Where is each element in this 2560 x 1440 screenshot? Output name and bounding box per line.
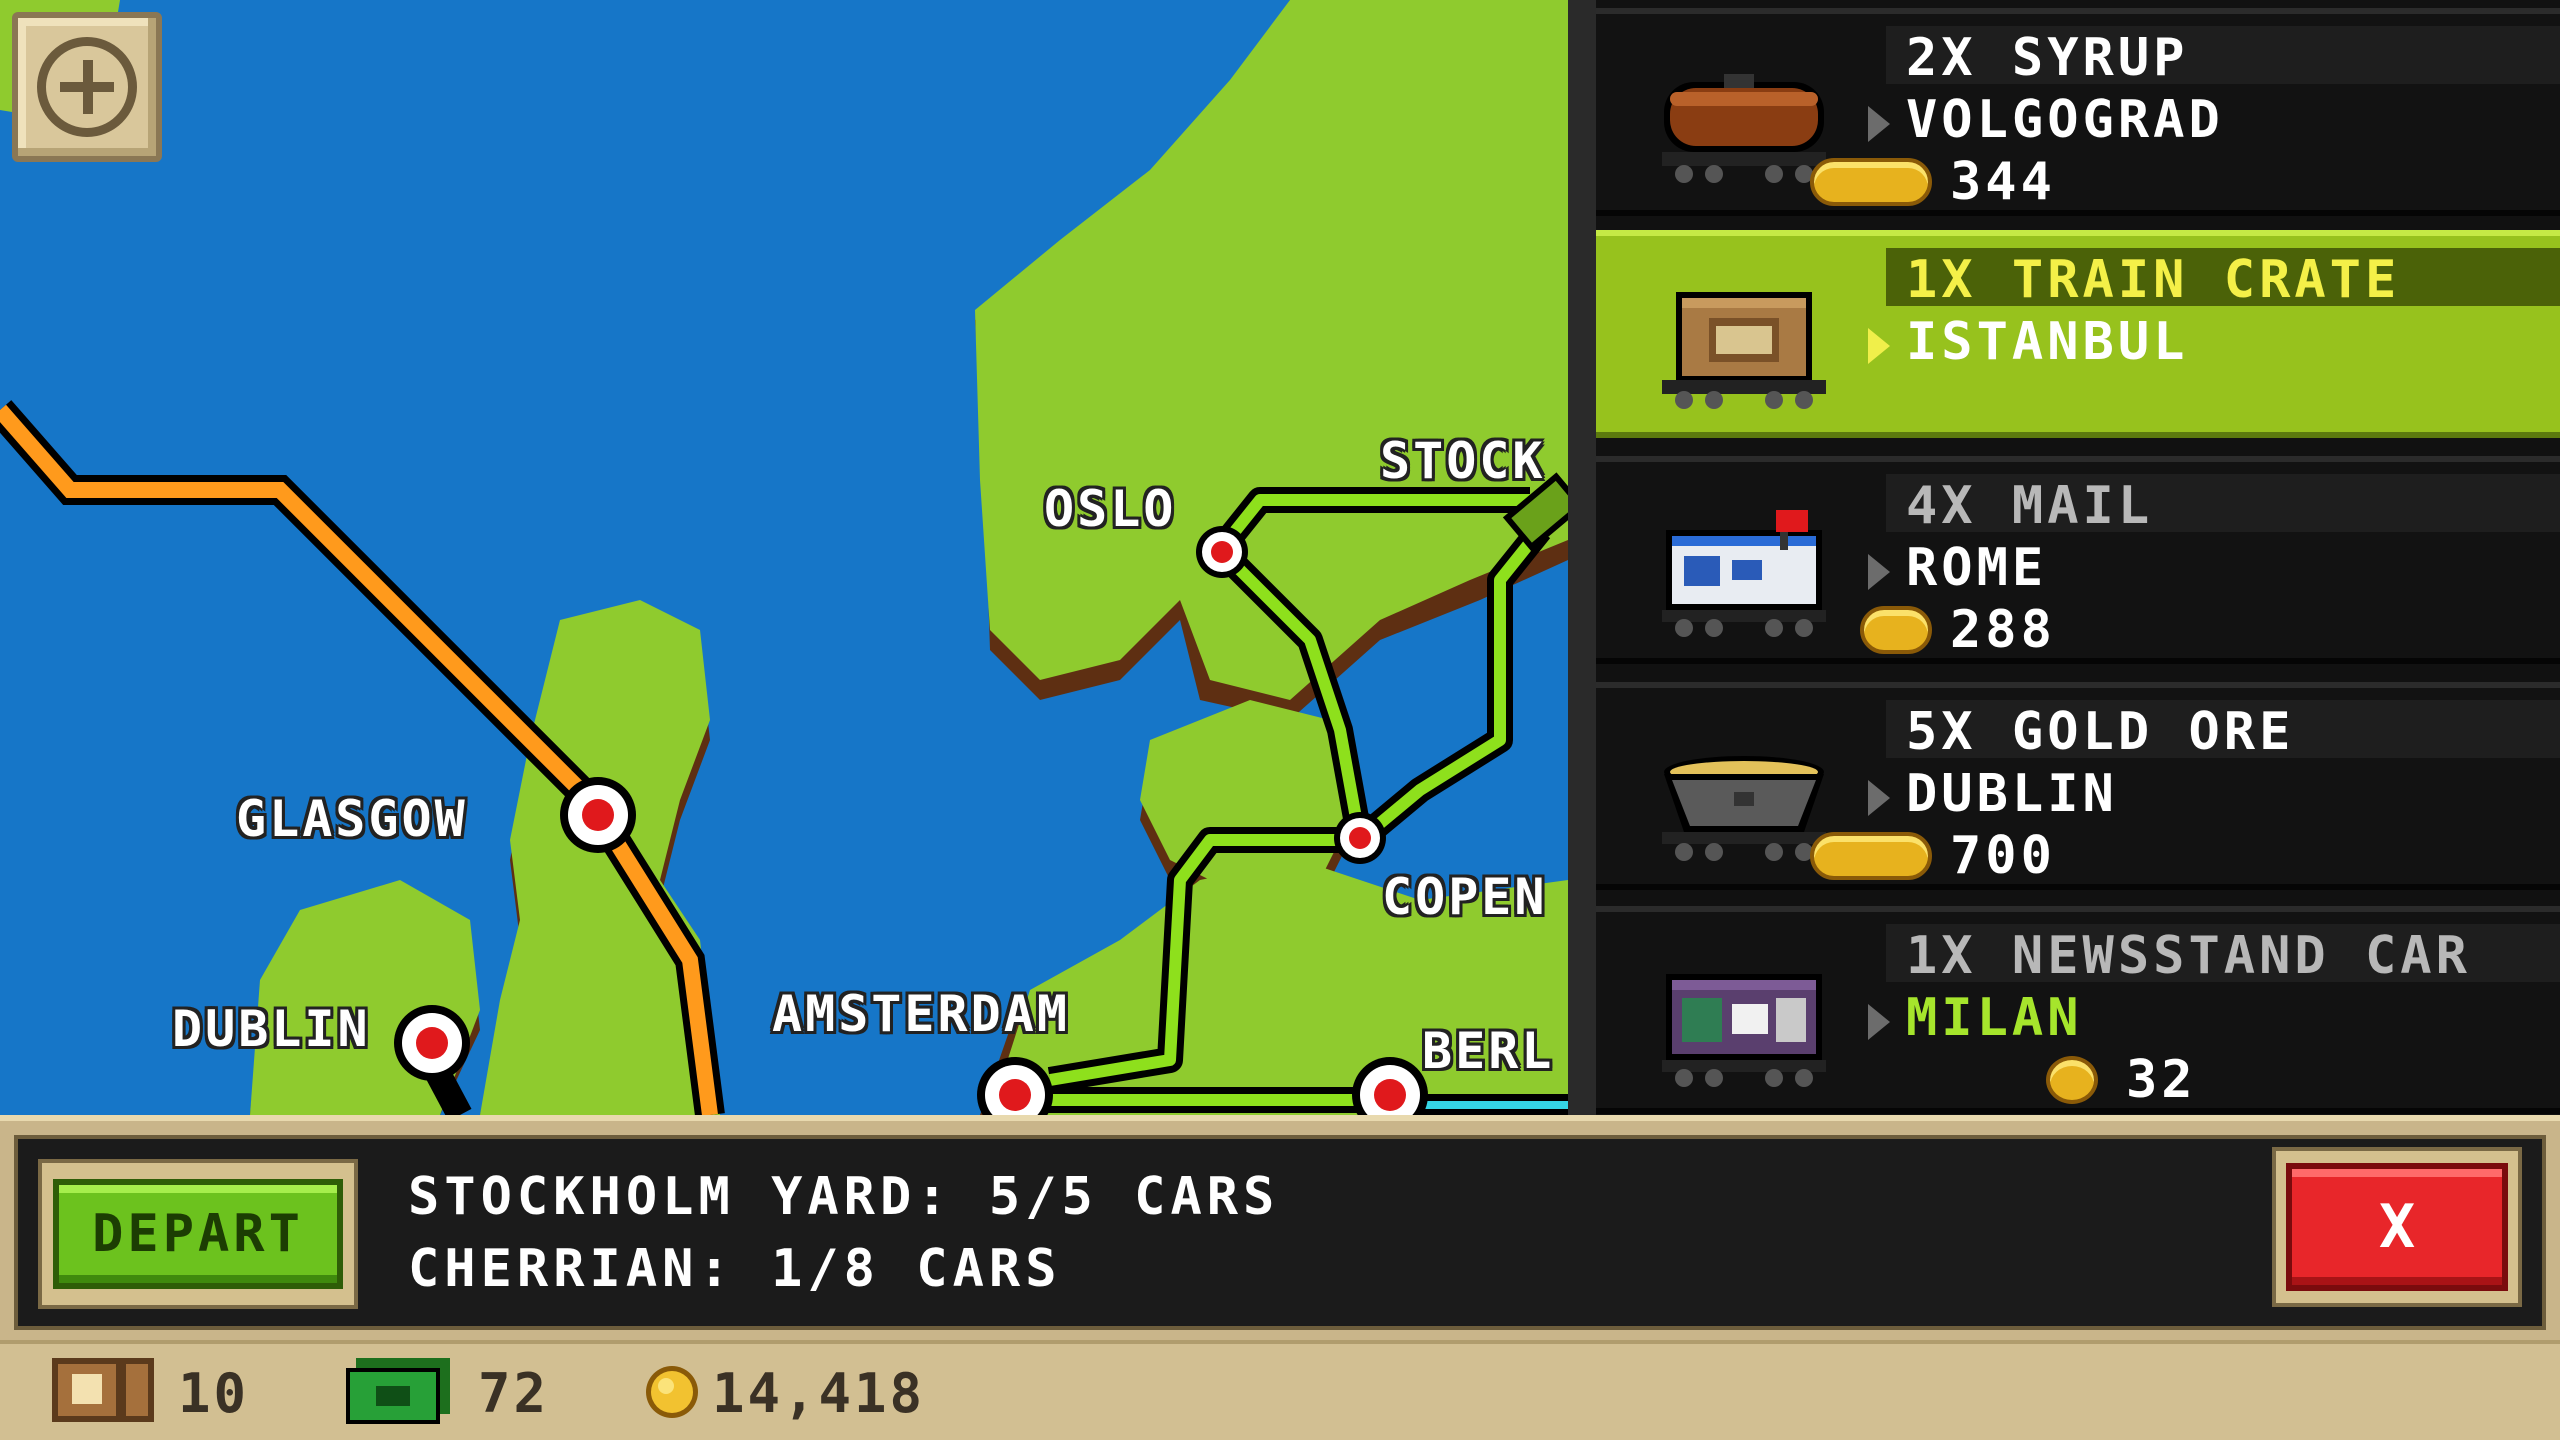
cargo-title: 1X NEWSSTAND CAR <box>1906 926 2471 986</box>
map-terrain <box>0 0 1568 1115</box>
train-bux-icon <box>346 1358 450 1424</box>
zoom-in-button[interactable] <box>12 12 162 162</box>
cargo-destination: DUBLIN <box>1906 764 2118 824</box>
cargo-reward: 700 <box>1950 826 2056 886</box>
close-icon: X <box>2286 1163 2508 1291</box>
cargo-title: 5X GOLD ORE <box>1906 702 2295 762</box>
coin-icon <box>1860 606 1932 654</box>
arrow-right-icon <box>1868 780 1890 816</box>
cargo-item[interactable]: 4X MAIL ROME 288 <box>1596 456 2560 664</box>
dialog-body: DEPART STOCKHOLM YARD: 5/5 CARS CHERRIAN… <box>14 1135 2546 1330</box>
close-button[interactable]: X <box>2272 1147 2522 1307</box>
mail-car-icon <box>1662 510 1826 637</box>
train-depart-dialog: DEPART STOCKHOLM YARD: 5/5 CARS CHERRIAN… <box>0 1115 2560 1340</box>
resource-status-bar: 10 72 14,418 <box>0 1340 2560 1440</box>
cargo-title: 1X TRAIN CRATE <box>1906 250 2401 310</box>
cargo-list-panel[interactable]: 2X SYRUP VOLGOGRAD 344 1X TRAIN CRATE IS… <box>1568 0 2560 1115</box>
cargo-reward: 32 <box>2126 1050 2197 1110</box>
city-label-berlin[interactable]: BERL <box>1422 1022 1554 1080</box>
bux-count: 72 <box>478 1362 550 1425</box>
cargo-item[interactable]: 1X NEWSSTAND CAR MILAN 32 <box>1596 906 2560 1114</box>
cargo-title: 4X MAIL <box>1906 476 2154 536</box>
city-label-stockholm[interactable]: STOCK <box>1380 432 1546 490</box>
city-label-amsterdam[interactable]: AMSTERDAM <box>772 985 1070 1043</box>
yard-capacity-text: STOCKHOLM YARD: 5/5 CARS <box>408 1167 1280 1227</box>
city-label-oslo[interactable]: OSLO <box>1044 480 1176 538</box>
city-label-dublin[interactable]: DUBLIN <box>172 1000 371 1058</box>
newsstand-car-icon <box>1662 974 1826 1087</box>
coin-icon <box>2046 1056 2098 1104</box>
train-capacity-text: CHERRIAN: 1/8 CARS <box>408 1239 1062 1299</box>
cargo-reward: 288 <box>1950 600 2056 660</box>
arrow-right-icon <box>1868 106 1890 142</box>
cargo-destination: VOLGOGRAD <box>1906 90 2224 150</box>
crates-count: 10 <box>178 1362 250 1425</box>
city-label-copenhagen[interactable]: COPEN <box>1382 868 1548 926</box>
crate-car-icon <box>1662 292 1826 409</box>
ore-hopper-icon <box>1662 756 1826 861</box>
coins-count: 14,418 <box>712 1362 926 1425</box>
tank-car-icon <box>1662 74 1826 183</box>
cargo-item-selected[interactable]: 1X TRAIN CRATE ISTANBUL <box>1596 230 2560 438</box>
coin-stack-icon <box>1810 832 1932 880</box>
cargo-destination: MILAN <box>1906 988 2083 1048</box>
crate-icon <box>52 1358 154 1422</box>
arrow-right-icon <box>1868 554 1890 590</box>
coin-stack-icon <box>1810 158 1932 206</box>
depart-button[interactable]: DEPART <box>38 1159 358 1309</box>
cargo-reward: 344 <box>1950 152 2056 212</box>
city-label-glasgow[interactable]: GLASGOW <box>236 790 468 848</box>
cargo-title: 2X SYRUP <box>1906 28 2189 88</box>
coin-icon <box>646 1366 698 1418</box>
depart-button-label: DEPART <box>53 1179 343 1289</box>
cargo-destination: ISTANBUL <box>1906 312 2189 372</box>
arrow-right-icon <box>1868 328 1890 364</box>
arrow-right-icon <box>1868 1004 1890 1040</box>
world-map[interactable]: GLASGOW DUBLIN AMSTERDAM OSLO STOCK COPE… <box>0 0 1568 1115</box>
zoom-in-icon <box>37 37 137 137</box>
cargo-destination: ROME <box>1906 538 2048 598</box>
cargo-item[interactable]: 5X GOLD ORE DUBLIN 700 <box>1596 682 2560 890</box>
cargo-item[interactable]: 2X SYRUP VOLGOGRAD 344 <box>1596 8 2560 216</box>
